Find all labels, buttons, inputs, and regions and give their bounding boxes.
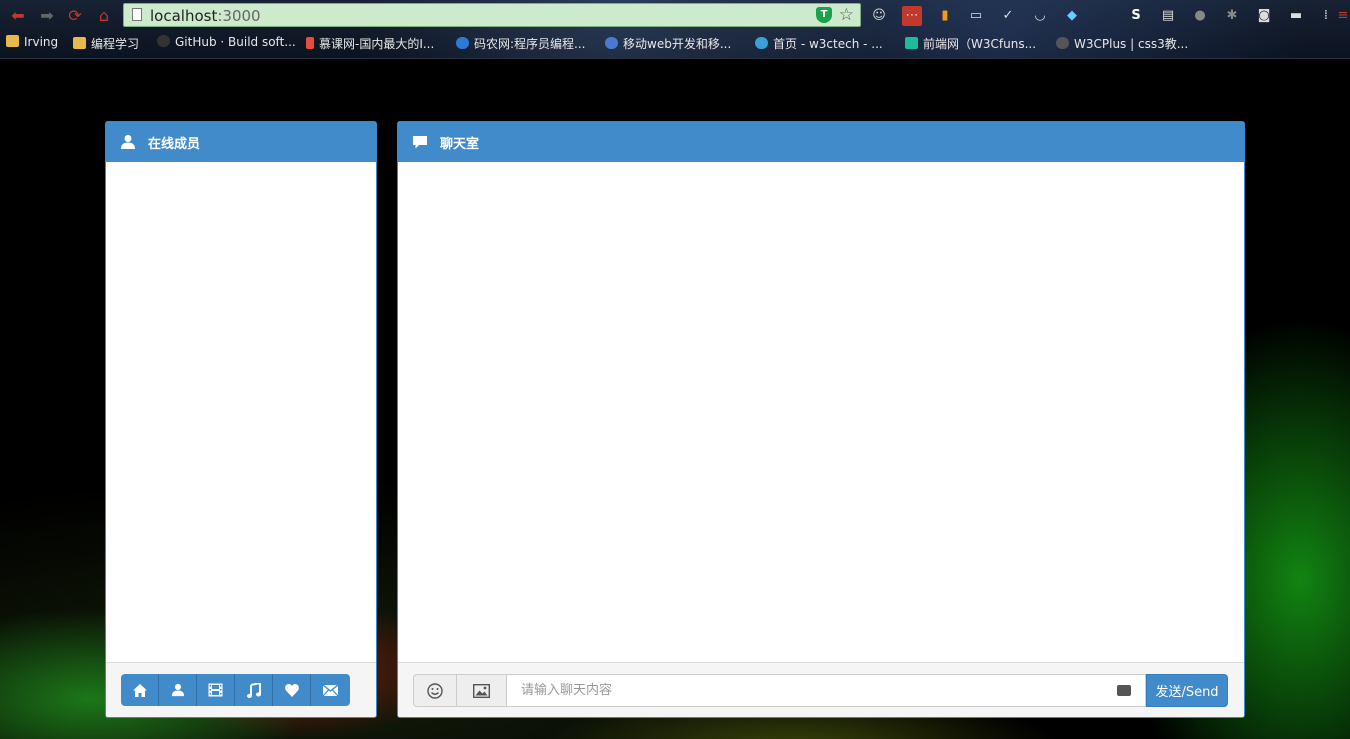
browser-chrome: ⬅ ➡ ⟳ ⌂ localhost:3000 T ☆ ☺ ⋯ ▮ ▭ ✓ ◡ ◆… xyxy=(0,0,1350,59)
address-bar[interactable]: localhost:3000 T ☆ xyxy=(123,3,861,27)
music-button[interactable] xyxy=(235,674,273,706)
message-button[interactable] xyxy=(311,674,350,706)
url-port: :3000 xyxy=(217,7,261,25)
members-panel-heading: 在线成员 xyxy=(106,122,376,162)
bookmark-label: 码农网:程序员编程... xyxy=(474,37,586,51)
home-button[interactable] xyxy=(121,674,159,706)
bookmark-label: Irving xyxy=(24,35,59,49)
film-button[interactable] xyxy=(197,674,235,706)
bookmark-imooc[interactable]: 慕课网-国内最大的I... xyxy=(306,35,434,53)
ext-puzzle-icon[interactable]: ✱ xyxy=(1222,6,1242,26)
w3cfuns-icon xyxy=(905,37,918,49)
ext-window-icon[interactable]: ▭ xyxy=(966,6,986,26)
codeceo-icon xyxy=(456,37,469,49)
message-list xyxy=(398,162,1244,662)
chat-panel-footer: 请输入聊天内容 发送/Send xyxy=(398,662,1244,717)
ext-check-icon[interactable]: ✓ xyxy=(998,6,1018,26)
online-members-panel: 在线成员 xyxy=(105,121,377,718)
bookmark-codeceo[interactable]: 码农网:程序员编程... xyxy=(456,35,586,53)
adblock-shield-icon[interactable]: T xyxy=(816,7,832,23)
bookmark-w3cfuns[interactable]: 前端网（W3Cfuns... xyxy=(905,35,1036,53)
comment-icon xyxy=(412,134,428,150)
folder-icon xyxy=(6,35,19,47)
bookmark-label: GitHub · Build soft... xyxy=(175,35,296,49)
heart-icon xyxy=(284,683,299,697)
chat-panel-title: 聊天室 xyxy=(440,136,480,152)
music-icon xyxy=(246,682,261,698)
bookmark-label: 前端网（W3Cfuns... xyxy=(923,37,1037,51)
bookmark-w3cplus[interactable]: W3CPlus | css3教... xyxy=(1056,35,1188,53)
bookmark-label: W3CPlus | css3教... xyxy=(1074,37,1189,51)
members-toolbar xyxy=(121,674,350,706)
imooc-icon xyxy=(306,37,314,49)
member-list xyxy=(106,162,376,662)
emoji-button[interactable] xyxy=(413,674,457,707)
film-icon xyxy=(208,683,223,697)
bookmark-github[interactable]: GitHub · Build soft... xyxy=(157,35,296,53)
ext-diamond-icon[interactable]: ◆ xyxy=(1062,6,1082,26)
user-icon xyxy=(120,134,136,150)
image-button[interactable] xyxy=(457,674,507,707)
smile-icon xyxy=(427,682,443,699)
ext-more-icon[interactable]: ⋯ xyxy=(902,6,922,26)
bookmark-folder-coding[interactable]: 编程学习 xyxy=(73,35,139,53)
ext-screen-icon[interactable]: ▬ xyxy=(1286,6,1306,26)
chat-panel-heading: 聊天室 xyxy=(398,122,1244,162)
send-button[interactable]: 发送/Send xyxy=(1146,674,1228,707)
envelope-icon xyxy=(323,684,338,696)
github-icon xyxy=(157,35,170,47)
user-button[interactable] xyxy=(159,674,197,706)
picture-icon xyxy=(473,683,490,698)
forward-icon[interactable]: ➡ xyxy=(37,6,57,26)
ext-stats-icon[interactable]: ▮ xyxy=(935,6,955,26)
ext-grid-icon[interactable]: ⁞ xyxy=(1316,6,1336,26)
home-button-icon[interactable]: ⌂ xyxy=(94,6,114,26)
ext-pocket-icon[interactable]: ◡ xyxy=(1030,6,1050,26)
w3cplus-icon xyxy=(1056,37,1069,49)
back-icon[interactable]: ⬅ xyxy=(8,6,28,26)
members-panel-title: 在线成员 xyxy=(148,136,201,152)
bookmark-label: 慕课网-国内最大的I... xyxy=(319,37,435,51)
reload-icon[interactable]: ⟳ xyxy=(65,6,85,26)
url-text[interactable]: localhost:3000 xyxy=(150,7,261,25)
bookmark-mobile-web[interactable]: 移动web开发和移... xyxy=(605,35,731,53)
keyboard-icon[interactable] xyxy=(1117,685,1131,696)
ext-s-icon[interactable]: S xyxy=(1126,6,1146,26)
ext-chat-icon[interactable]: ☺ xyxy=(869,6,889,26)
ext-camera-icon[interactable]: ◙ xyxy=(1254,6,1274,26)
mobile-web-icon xyxy=(605,37,618,49)
folder-icon xyxy=(73,37,86,49)
user-icon xyxy=(171,683,184,697)
message-input[interactable]: 请输入聊天内容 xyxy=(507,674,1146,707)
ext-circle-icon[interactable]: ● xyxy=(1190,6,1210,26)
chat-room-panel: 聊天室 请输入聊天内容 发送/Send xyxy=(397,121,1245,718)
message-input-group: 请输入聊天内容 发送/Send xyxy=(413,674,1228,707)
ext-doc-icon[interactable]: ▤ xyxy=(1158,6,1178,26)
page-icon xyxy=(132,8,142,21)
message-input-placeholder: 请输入聊天内容 xyxy=(521,683,613,698)
home-icon xyxy=(132,683,147,697)
members-panel-footer xyxy=(106,662,376,717)
bookmark-label: 首页 - w3ctech - ... xyxy=(773,37,883,51)
bookmark-folder-irving[interactable]: Irving xyxy=(6,35,58,53)
bookmark-label: 移动web开发和移... xyxy=(623,37,732,51)
bookmark-label: 编程学习 xyxy=(91,37,140,51)
bookmark-w3ctech[interactable]: 首页 - w3ctech - ... xyxy=(755,35,883,53)
url-host: localhost xyxy=(150,7,218,25)
w3ctech-icon xyxy=(755,37,768,49)
heart-button[interactable] xyxy=(273,674,311,706)
bookmarks-bar: Irving 编程学习 GitHub · Build soft... 慕课网-国… xyxy=(0,33,1350,55)
menu-icon[interactable]: ≡ xyxy=(1336,6,1350,26)
bookmark-star-icon[interactable]: ☆ xyxy=(839,5,854,25)
